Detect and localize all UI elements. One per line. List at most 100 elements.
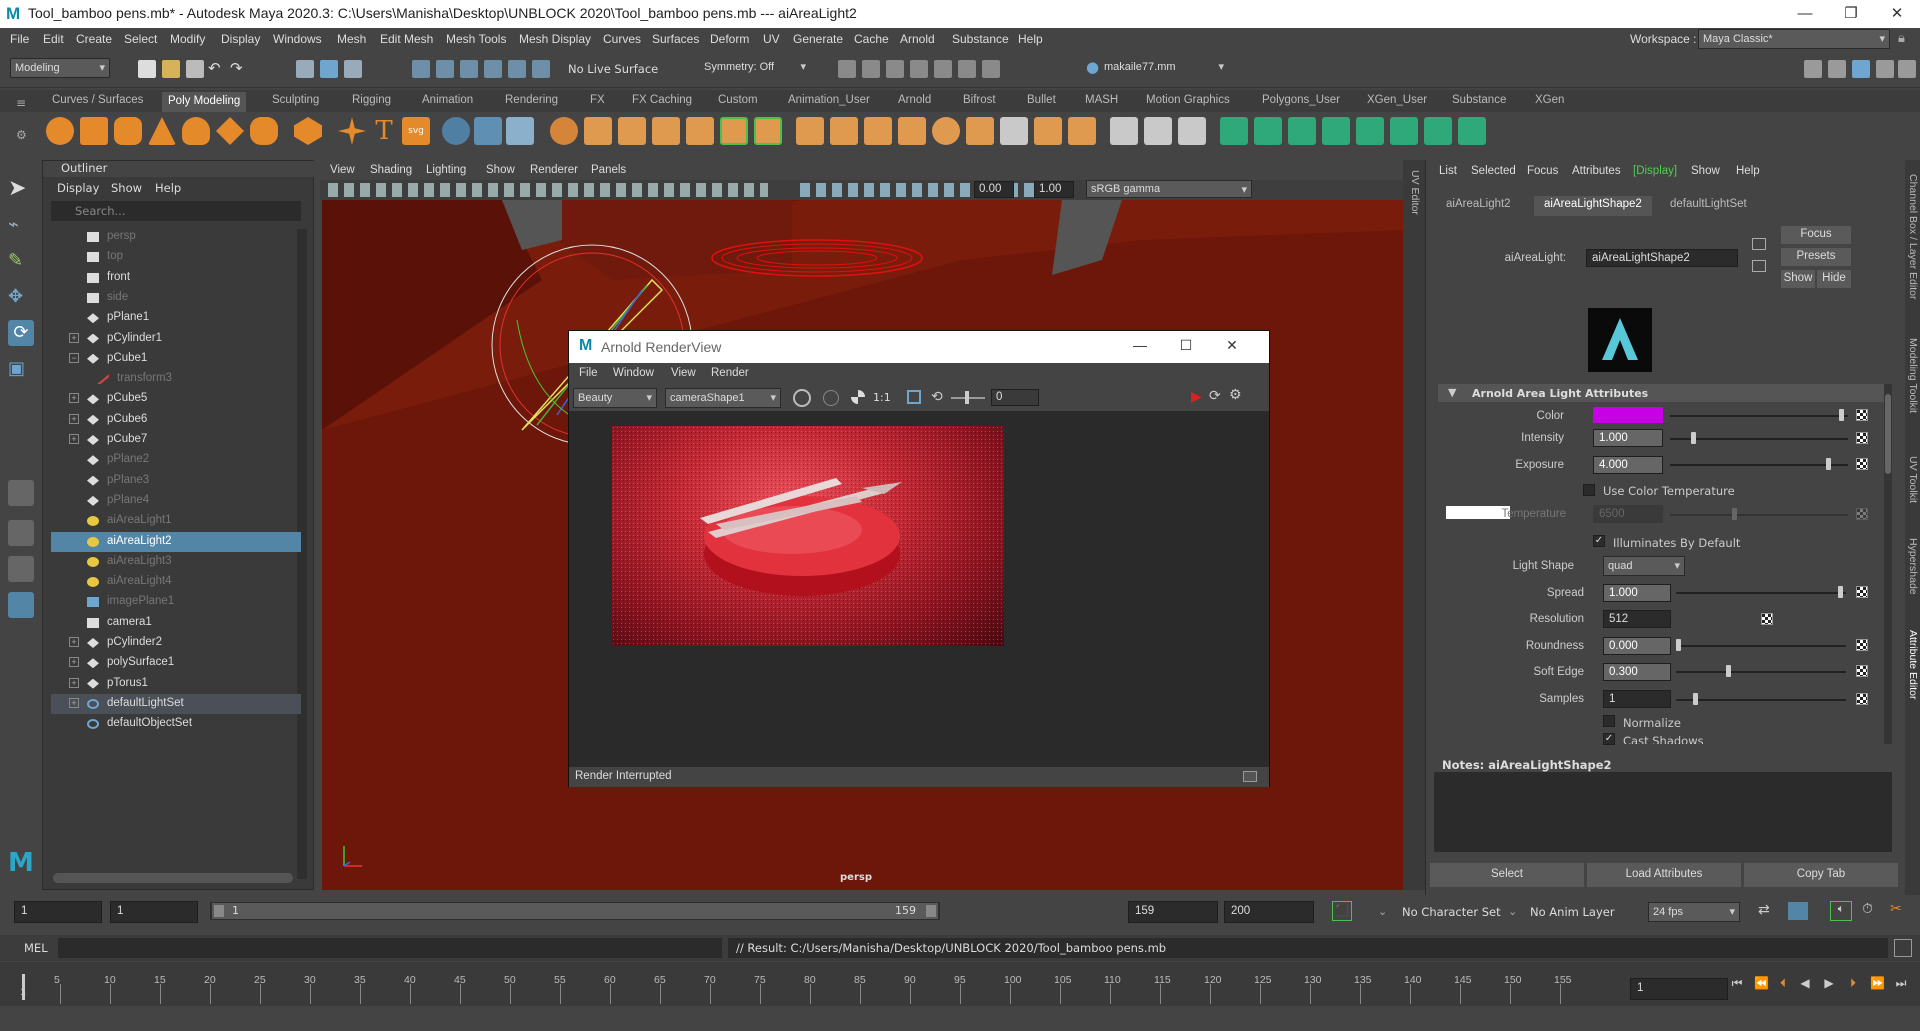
side-tab-attribute-editor[interactable]: Attribute Editor (1907, 630, 1919, 699)
type-tool-icon[interactable]: T (370, 117, 398, 145)
samples-map-button[interactable] (1856, 693, 1868, 705)
intensity-slider[interactable] (1670, 438, 1848, 440)
outliner-row-pcube5[interactable]: + pCube5 (51, 389, 301, 409)
unfold-icon[interactable] (1356, 117, 1384, 145)
region-icon[interactable] (907, 390, 921, 404)
viewport-menu-panels[interactable]: Panels (591, 164, 626, 176)
menu-uv[interactable]: UV (763, 32, 780, 46)
roundness-field[interactable]: 0.000 (1603, 637, 1671, 655)
outliner-row-pplane2[interactable]: pPlane2 (51, 450, 301, 470)
side-tab-hypershade[interactable]: Hypershade (1907, 538, 1919, 595)
outliner-row-pcube7[interactable]: + pCube7 (51, 430, 301, 450)
spread-field[interactable]: 1.000 (1603, 584, 1671, 602)
shelf-tab-sculpting[interactable]: Sculpting (272, 94, 319, 106)
bridge-icon[interactable] (618, 117, 646, 145)
expand-toggle-icon[interactable]: + (69, 434, 79, 444)
shelf-tab-custom[interactable]: Custom (718, 94, 758, 106)
side-tab-modeling-toolkit[interactable]: Modeling Toolkit (1907, 338, 1919, 413)
gamma-field[interactable]: 1.00 (1034, 181, 1074, 198)
combine-icon[interactable] (442, 117, 470, 145)
menu-substance[interactable]: Substance (952, 32, 1009, 46)
render-canvas[interactable] (571, 411, 1267, 759)
poly-plane-icon[interactable] (216, 117, 244, 145)
animation-start-field[interactable]: 1 (14, 901, 102, 923)
outliner-row-ptorus1[interactable]: + pTorus1 (51, 674, 301, 694)
color-slider-knob[interactable] (1839, 409, 1844, 421)
shelf-menu-icon[interactable]: ≡ (16, 96, 26, 110)
shelf-tab-mash[interactable]: MASH (1085, 94, 1118, 106)
viewport-menu-show[interactable]: Show (486, 164, 515, 176)
insert-edge-loop-icon[interactable] (796, 117, 824, 145)
mirror-icon[interactable] (1034, 117, 1062, 145)
outliner-search-input[interactable]: Search... (51, 201, 301, 221)
current-frame-field[interactable]: 1 (1630, 978, 1728, 1000)
automatic-mapping-icon[interactable] (1322, 117, 1350, 145)
quad-draw-icon[interactable] (932, 117, 960, 145)
cache-playback-icon[interactable] (1788, 902, 1808, 920)
refresh-render-icon[interactable]: ⟲ (931, 389, 943, 405)
layout-uvs-icon[interactable] (1390, 117, 1418, 145)
crease-icon[interactable] (1144, 117, 1172, 145)
outliner-row-transform3[interactable]: transform3 (51, 369, 301, 389)
shelf-tab-xgen[interactable]: XGen (1535, 94, 1564, 106)
resolution-field[interactable]: 512 (1603, 610, 1671, 628)
outliner-menu-show[interactable]: Show (111, 181, 142, 195)
step-back-key-icon[interactable]: ⏪ (1754, 976, 1769, 990)
color-space-dropdown[interactable]: sRGB gamma (1086, 180, 1252, 198)
menu-select[interactable]: Select (124, 32, 157, 46)
maya-home-icon[interactable]: M (8, 850, 34, 876)
circularize-icon[interactable] (966, 117, 994, 145)
playback-start-field[interactable]: 1 (110, 901, 198, 923)
lock-icon[interactable]: 🔒︎ (1898, 31, 1905, 46)
platonic-solid-icon[interactable] (294, 117, 322, 145)
renderview-minimize-button[interactable]: — (1117, 337, 1163, 353)
workspace-dropdown[interactable]: Maya Classic* (1698, 29, 1890, 49)
step-forward-key-icon[interactable]: ⏩ (1870, 976, 1885, 990)
minimize-button[interactable]: — (1782, 0, 1828, 28)
ae-menu-attributes[interactable]: Attributes (1572, 165, 1621, 177)
shelf-tab-xgen-user[interactable]: XGen_User (1367, 94, 1427, 106)
channel-all-icon[interactable] (793, 389, 811, 407)
sculpt-brush-icon[interactable] (1110, 117, 1138, 145)
menu-surfaces[interactable]: Surfaces (652, 32, 699, 46)
soft-edge-field[interactable]: 0.300 (1603, 663, 1671, 681)
two-panel-layout-icon[interactable] (8, 556, 34, 582)
soft-edge-slider[interactable] (1676, 671, 1846, 673)
poly-cylinder-icon[interactable] (114, 117, 142, 145)
outliner-menu-help[interactable]: Help (155, 181, 181, 195)
mel-label[interactable]: MEL (24, 941, 48, 955)
shelf-tab-rendering[interactable]: Rendering (505, 94, 558, 106)
rotate-tool-icon[interactable]: ⟳ (8, 320, 34, 346)
make-live-icon[interactable] (532, 60, 550, 78)
ae-menu-list[interactable]: List (1439, 165, 1457, 177)
focus-button[interactable]: Focus (1781, 226, 1851, 244)
side-tab-channel-box[interactable]: Channel Box / Layer Editor (1907, 174, 1919, 300)
target-weld-icon[interactable] (864, 117, 892, 145)
renderview-exposure-field[interactable]: 0 (991, 389, 1039, 406)
outliner-row-side[interactable]: side (51, 288, 301, 308)
viewport-shading-icons[interactable] (800, 183, 1060, 197)
notes-textarea[interactable] (1434, 772, 1892, 852)
illuminates-checkbox[interactable]: ✓ (1593, 535, 1605, 547)
bevel-icon[interactable] (652, 117, 680, 145)
renderview-menu-render[interactable]: Render (711, 367, 749, 379)
viewport-tool-icons[interactable] (328, 183, 768, 197)
ae-menu-selected[interactable]: Selected (1471, 165, 1516, 177)
cut-uv-icon[interactable] (1424, 117, 1452, 145)
outliner-row-aiarealight1[interactable]: aiAreaLight1 (51, 511, 301, 531)
anim-prefs-icon[interactable]: ⏱ (1862, 901, 1873, 917)
viewport-menu-shading[interactable]: Shading (370, 164, 412, 176)
light-shape-dropdown[interactable]: quad (1603, 556, 1685, 576)
focus-input-icon[interactable] (1752, 238, 1766, 250)
menu-edit[interactable]: Edit (43, 32, 64, 46)
menu-file[interactable]: File (10, 32, 29, 46)
go-to-start-icon[interactable]: ⏮ (1730, 976, 1744, 990)
ae-menu-focus[interactable]: Focus (1527, 165, 1558, 177)
offset-loop-icon[interactable] (898, 117, 926, 145)
svg-tool-icon[interactable]: svg (402, 117, 430, 145)
spread-slider-knob[interactable] (1837, 586, 1843, 598)
outliner-row-pplane1[interactable]: pPlane1 (51, 308, 301, 328)
soft-edge-slider-knob[interactable] (1725, 665, 1731, 677)
shelf-tab-substance[interactable]: Substance (1452, 94, 1506, 106)
menu-edit-mesh[interactable]: Edit Mesh (380, 32, 433, 46)
